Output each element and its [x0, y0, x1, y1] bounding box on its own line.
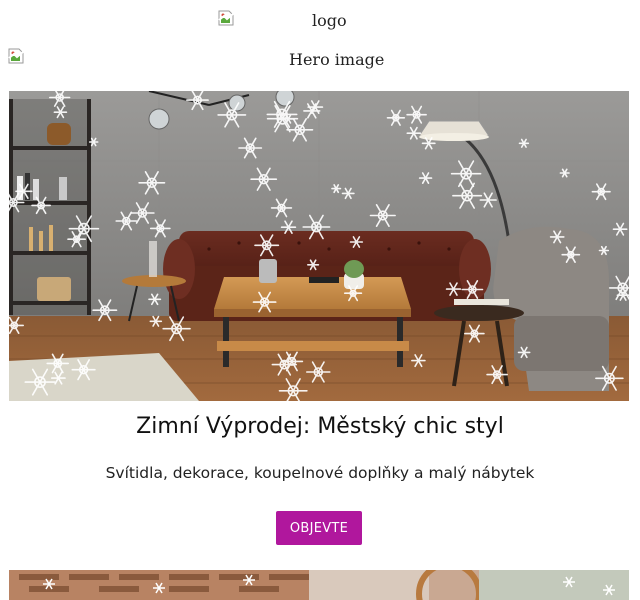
hero-image-placeholder[interactable]: Hero image: [8, 46, 632, 72]
second-banner-image[interactable]: [9, 570, 629, 600]
broken-image-icon: [218, 10, 234, 26]
promo-subtitle: Svítidla, dekorace, koupelnové doplňky a…: [105, 464, 535, 482]
hero-banner-image[interactable]: [9, 91, 629, 401]
hero-alt-text: Hero image: [289, 50, 385, 69]
broken-image-icon: [8, 48, 24, 64]
logo-alt-text: logo: [312, 11, 347, 30]
shelf: [9, 99, 91, 315]
promo-title: Zimní Výprodej: Městský chic styl: [136, 414, 504, 439]
explore-button[interactable]: OBJEVTE: [276, 511, 362, 545]
logo-image[interactable]: logo: [218, 10, 438, 34]
